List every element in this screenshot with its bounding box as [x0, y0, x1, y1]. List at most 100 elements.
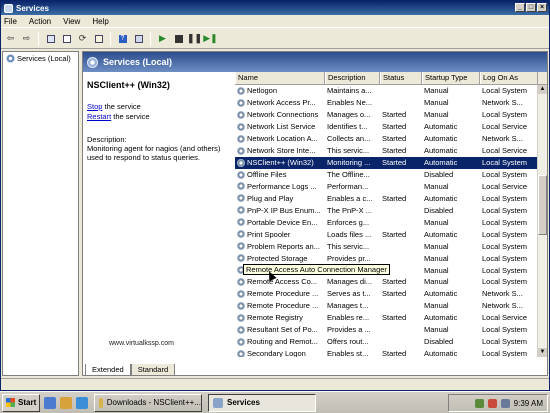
service-startup-type-cell: Automatic	[424, 193, 458, 203]
service-name-text: Netlogon	[247, 86, 278, 96]
service-row[interactable]: Performance Logs ... Performan... Manual Lo…	[235, 181, 547, 193]
service-row[interactable]: Secondary Logon Enables st... Started Autom…	[235, 348, 547, 357]
start-button[interactable]: Start	[2, 393, 40, 412]
service-startup-type-cell: Disabled	[424, 205, 454, 215]
service-row[interactable]: Offline Files The Offline... Disabled Local…	[235, 169, 547, 181]
service-description-cell: Provides a ...	[327, 325, 371, 335]
service-name-cell: Network Store Inte...	[235, 146, 325, 155]
vertical-scrollbar[interactable]: ▲ ▼	[537, 85, 547, 357]
restart-service-icon[interactable]: ▶❚	[203, 32, 217, 45]
service-log-on-as-cell: Local System	[482, 158, 528, 168]
service-name-cell: PnP-X IP Bus Enum...	[235, 206, 325, 215]
scroll-down-arrow-icon[interactable]: ▼	[538, 348, 547, 357]
gear-icon	[237, 277, 245, 286]
services-list: Name Description Status Startup Type Log…	[235, 72, 547, 357]
service-row[interactable]: Remote Procedure ... Manages t... Manual Ne…	[235, 300, 547, 312]
service-name-cell: Problem Reports an...	[235, 242, 325, 251]
pane-header: Services (Local)	[83, 52, 547, 72]
service-row[interactable]: Routing and Remot... Offers rout... Disabl…	[235, 336, 547, 348]
service-row[interactable]: Remote Procedure ... Serves as t... Starte…	[235, 288, 547, 300]
service-row[interactable]: Network List Service Identifies t... Start…	[235, 121, 547, 133]
column-header-description[interactable]: Description	[325, 72, 380, 84]
volume-icon[interactable]	[500, 398, 510, 408]
browser-icon[interactable]	[76, 396, 88, 409]
start-label: Start	[18, 398, 37, 407]
tab-extended[interactable]: Extended	[85, 364, 131, 376]
service-log-on-as-cell: Local System	[482, 325, 528, 335]
service-row[interactable]: Protected Storage Provides pr... Manual Loc…	[235, 252, 547, 264]
service-row[interactable]: Network Location A... Collects an... Start…	[235, 133, 547, 145]
service-name-cell: Portable Device En...	[235, 218, 325, 227]
pause-service-icon[interactable]: ❚❚	[187, 32, 202, 45]
service-row[interactable]: Network Store Inte... This servic... Start…	[235, 145, 547, 157]
task-services[interactable]: Services	[208, 393, 316, 412]
explorer-icon[interactable]	[60, 396, 72, 409]
taskbar: Start Downloads - NSClient++... Services…	[0, 391, 550, 413]
security-icon[interactable]	[487, 398, 497, 408]
service-log-on-as-cell: Local System	[482, 241, 528, 251]
services-app-icon	[4, 3, 13, 13]
service-startup-type-cell: Automatic	[424, 313, 458, 323]
console-icon[interactable]	[132, 32, 145, 45]
menu-view[interactable]: View	[63, 17, 80, 26]
service-log-on-as-cell: Network S...	[482, 134, 523, 144]
menu-help[interactable]: Help	[92, 17, 108, 26]
maximize-button[interactable]: □	[526, 3, 536, 12]
menu-file[interactable]: File	[4, 17, 17, 26]
restart-service-link[interactable]: Restart	[87, 112, 111, 121]
service-name-cell: Secondary Logon	[235, 349, 325, 357]
close-button[interactable]: ×	[537, 3, 547, 12]
show-hide-tree-icon[interactable]	[44, 32, 57, 45]
services-window: Services _ □ × File Action View Help ⇦ ⇨…	[0, 0, 550, 391]
show-desktop-icon[interactable]	[44, 396, 56, 409]
column-header-status[interactable]: Status	[380, 72, 422, 84]
service-row[interactable]: Network Connections Manages o... Started Ma…	[235, 109, 547, 121]
tab-standard[interactable]: Standard	[130, 364, 176, 376]
service-row[interactable]: NSClient++ (Win32) Monitoring ... Started A…	[235, 156, 547, 169]
service-name-text: Plug and Play	[247, 193, 294, 203]
task-downloads[interactable]: Downloads - NSClient++...	[94, 393, 202, 412]
properties-icon[interactable]	[60, 32, 73, 45]
export-list-icon[interactable]	[92, 32, 105, 45]
service-row[interactable]: Netlogon Maintains a... Manual Local System	[235, 85, 547, 97]
gear-icon	[87, 56, 98, 68]
gear-icon	[237, 146, 245, 155]
service-log-on-as-cell: Local Service	[482, 313, 528, 323]
clock[interactable]: 9:39 AM	[514, 399, 543, 408]
tree-node-services-local[interactable]: Services (Local)	[3, 52, 78, 65]
stop-action-text: the service	[102, 102, 141, 111]
window-controls: _ □ ×	[515, 3, 547, 12]
gear-icon	[237, 206, 245, 215]
service-startup-type-cell: Disabled	[424, 170, 454, 180]
title-bar[interactable]: Services _ □ ×	[1, 1, 549, 15]
service-description-cell: The PnP-X ...	[327, 205, 373, 215]
stop-service-icon[interactable]	[172, 32, 185, 45]
help-icon[interactable]: ?	[116, 32, 129, 45]
service-name-text: Print Spooler	[247, 229, 291, 239]
service-row[interactable]: Remote Registry Enables re... Started Autom…	[235, 312, 547, 324]
start-service-icon[interactable]: ▶	[156, 32, 169, 45]
service-row[interactable]: Network Access Pr... Enables Ne... Manual N…	[235, 97, 547, 109]
service-description-cell: Identifies t...	[327, 122, 368, 132]
refresh-icon[interactable]: ⟳	[76, 32, 89, 45]
column-header-name[interactable]: Name	[235, 72, 325, 84]
column-header-startup-type[interactable]: Startup Type	[422, 72, 480, 84]
service-row[interactable]: Plug and Play Enables a c... Started Automa…	[235, 192, 547, 204]
service-row[interactable]: Print Spooler Loads files ... Started Autom…	[235, 228, 547, 240]
service-status-cell: Started	[382, 110, 407, 120]
column-header-log-on-as[interactable]: Log On As	[480, 72, 538, 84]
service-row[interactable]: Resultant Set of Po... Provides a ... Manu…	[235, 324, 547, 336]
network-icon[interactable]	[474, 398, 484, 408]
scroll-up-arrow-icon[interactable]: ▲	[538, 85, 547, 94]
minimize-button[interactable]: _	[515, 3, 525, 12]
forward-arrow-icon[interactable]: ⇨	[20, 32, 33, 45]
service-row[interactable]: Problem Reports an... This servic... Manua…	[235, 240, 547, 252]
service-log-on-as-cell: Local System	[482, 86, 528, 96]
scrollbar-thumb[interactable]	[538, 175, 547, 235]
service-row[interactable]: Portable Device En... Enforces g... Manual…	[235, 216, 547, 228]
service-row[interactable]: PnP-X IP Bus Enum... The PnP-X ... Disable…	[235, 204, 547, 216]
stop-service-link[interactable]: Stop	[87, 102, 102, 111]
back-arrow-icon[interactable]: ⇦	[4, 32, 17, 45]
service-row[interactable]: Remote Access Co... Manages di... Started M…	[235, 276, 547, 288]
menu-action[interactable]: Action	[29, 17, 51, 26]
